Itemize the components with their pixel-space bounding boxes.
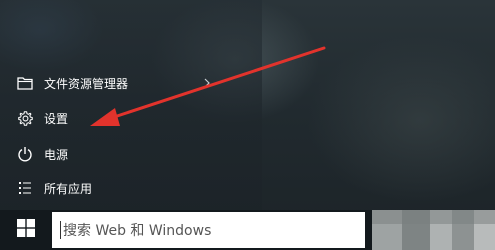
menu-item-power[interactable]: 电源 <box>0 139 230 169</box>
power-icon <box>15 144 35 164</box>
menu-item-label: 所有应用 <box>44 181 93 196</box>
gear-icon <box>15 108 35 128</box>
text-cursor <box>60 221 61 239</box>
search-placeholder: 搜索 Web 和 Windows <box>63 223 212 239</box>
menu-item-label: 设置 <box>44 111 69 126</box>
list-icon <box>15 178 35 198</box>
windows-logo-icon <box>17 219 35 241</box>
folder-icon <box>15 73 35 93</box>
menu-item-file-explorer[interactable]: 文件资源管理器 <box>0 68 230 98</box>
taskbar: 搜索 Web 和 Windows <box>0 210 495 250</box>
search-box[interactable]: 搜索 Web 和 Windows <box>52 212 365 248</box>
menu-item-all-apps[interactable]: 所有应用 <box>0 173 230 203</box>
start-menu: 文件资源管理器 设置 电源 所有应用 <box>0 0 262 210</box>
chevron-right-icon <box>203 77 213 89</box>
menu-item-label: 文件资源管理器 <box>44 76 129 91</box>
menu-item-label: 电源 <box>44 147 69 162</box>
start-button[interactable] <box>0 210 52 250</box>
menu-item-settings[interactable]: 设置 <box>0 103 230 133</box>
